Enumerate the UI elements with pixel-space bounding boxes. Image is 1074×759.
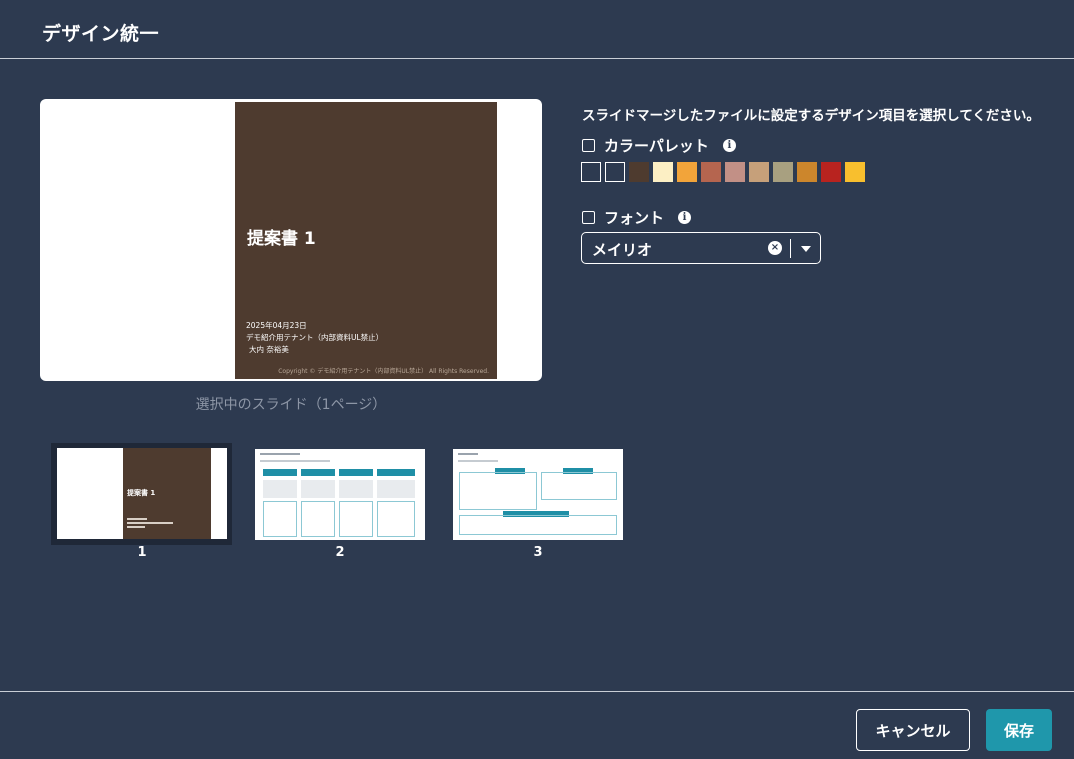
font-option[interactable]: フォント i (582, 207, 692, 228)
chevron-down-icon[interactable] (801, 246, 811, 252)
thumbnail-number: 3 (533, 545, 543, 560)
color-swatch (821, 162, 841, 182)
preview-caption: 選択中のスライド（1ページ） (195, 397, 387, 413)
slide-meta: 2025年04月23日 デモ紹介用テナント（内部資料UL禁止） 大内 奈裕美 (246, 320, 383, 356)
font-label[interactable]: フォント (604, 207, 664, 228)
color-palette-label[interactable]: カラーパレット (604, 135, 709, 156)
font-select-value: メイリオ (592, 241, 653, 259)
footer-divider (0, 691, 1074, 692)
dialog-title: デザイン統一 (42, 23, 160, 45)
slide-person: 大内 奈裕美 (249, 345, 289, 354)
instruction-text: スライドマージしたファイルに設定するデザイン項目を選択してください。 (582, 108, 1040, 124)
font-select[interactable]: メイリオ × (581, 232, 821, 264)
color-palette-option[interactable]: カラーパレット i (582, 135, 736, 156)
color-swatches (581, 162, 865, 182)
font-checkbox[interactable] (582, 211, 595, 224)
thumbnail-1[interactable]: 提案書 1 (51, 443, 232, 545)
slide-title-panel: 提案書 1 2025年04月23日 デモ紹介用テナント（内部資料UL禁止） 大内… (235, 102, 497, 379)
thumbnail-2[interactable] (255, 449, 425, 540)
save-button[interactable]: 保存 (986, 709, 1052, 751)
slide-preview: 提案書 1 2025年04月23日 デモ紹介用テナント（内部資料UL禁止） 大内… (41, 100, 541, 380)
dialog-header: デザイン統一 (0, 0, 1074, 59)
thumbnail-2-image (255, 449, 425, 540)
clear-icon[interactable]: × (768, 241, 782, 255)
color-swatch (605, 162, 625, 182)
slide-company: デモ紹介用テナント（内部資料UL禁止） (246, 333, 384, 342)
thumbnail-number: 2 (335, 545, 345, 560)
color-swatch (653, 162, 673, 182)
info-icon[interactable]: i (678, 211, 692, 224)
color-swatch (677, 162, 697, 182)
thumbnail-3-image (453, 449, 623, 540)
thumbnail-meta (127, 518, 177, 530)
thumbnail-3[interactable] (453, 449, 623, 540)
slide-date: 2025年04月23日 (246, 321, 307, 330)
slide-copyright: Copyright © デモ紹介用テナント（内部資料UL禁止） All Righ… (278, 368, 489, 375)
color-swatch (701, 162, 721, 182)
color-swatch (581, 162, 601, 182)
cancel-button[interactable]: キャンセル (856, 709, 970, 751)
color-swatch (797, 162, 817, 182)
select-separator (790, 239, 791, 258)
color-palette-checkbox[interactable] (582, 139, 595, 152)
color-swatch (629, 162, 649, 182)
thumbnail-number: 1 (137, 545, 147, 560)
color-swatch (845, 162, 865, 182)
info-icon[interactable]: i (722, 139, 736, 152)
thumbnail-1-image: 提案書 1 (57, 448, 227, 539)
color-swatch (725, 162, 745, 182)
slide-title: 提案書 1 (247, 229, 316, 249)
color-swatch (773, 162, 793, 182)
color-swatch (749, 162, 769, 182)
thumbnail-title: 提案書 1 (127, 489, 156, 497)
